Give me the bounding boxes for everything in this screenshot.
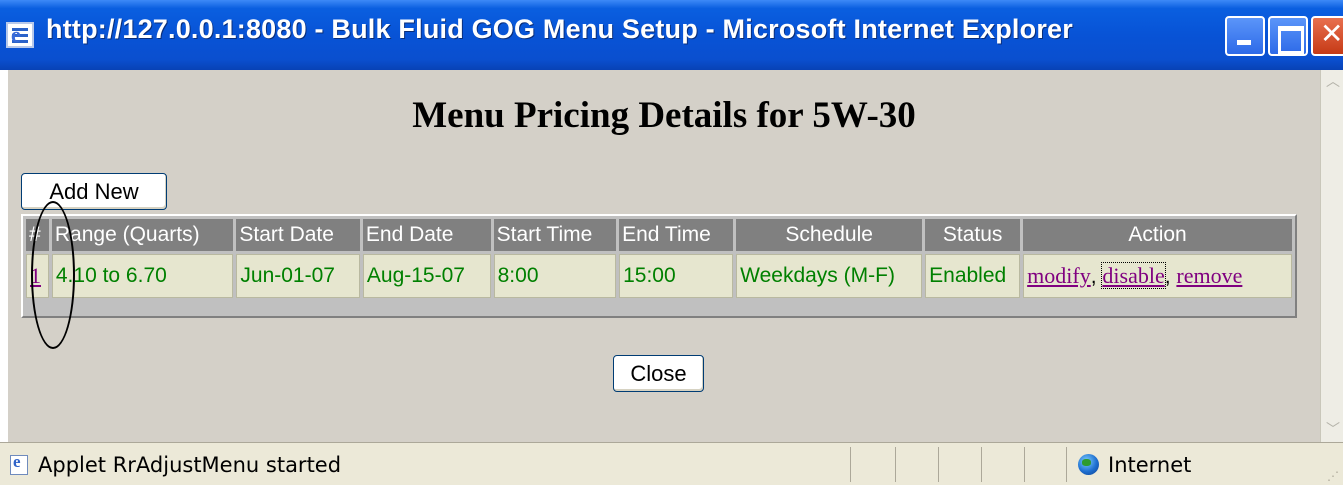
- security-zone-label: Internet: [1108, 453, 1192, 477]
- column-header-range: Range (Quarts): [51, 219, 234, 251]
- page-title: Menu Pricing Details for 5W-30: [412, 95, 916, 136]
- disable-link[interactable]: disable: [1101, 262, 1166, 289]
- vertical-scrollbar[interactable]: ︿ ﹀: [1320, 70, 1343, 442]
- status-pane-divider: [1066, 447, 1067, 482]
- column-header-action: Action: [1023, 219, 1292, 251]
- window-title: http://127.0.0.1:8080 - Bulk Fluid GOG M…: [46, 14, 1073, 44]
- maximize-button[interactable]: [1268, 16, 1308, 56]
- start-date-cell: Jun-01-07: [236, 254, 360, 298]
- status-pane-divider: [981, 447, 982, 482]
- remove-link[interactable]: remove: [1176, 263, 1242, 288]
- status-pane-divider: [938, 447, 939, 482]
- column-header-schedule: Schedule: [736, 219, 923, 251]
- browser-window: http://127.0.0.1:8080 - Bulk Fluid GOG M…: [0, 0, 1343, 485]
- close-button[interactable]: Close: [613, 355, 704, 392]
- close-window-button[interactable]: [1311, 16, 1343, 56]
- modify-link[interactable]: modify: [1027, 263, 1091, 288]
- status-cell: Enabled: [925, 254, 1021, 298]
- scroll-up-icon[interactable]: ︿: [1323, 72, 1343, 92]
- range-cell: 4.10 to 6.70: [51, 254, 234, 298]
- row-number-cell: 1: [26, 254, 49, 298]
- title-bar[interactable]: http://127.0.0.1:8080 - Bulk Fluid GOG M…: [0, 0, 1343, 70]
- action-cell: modify, disable, remove: [1023, 254, 1292, 298]
- resize-grip-icon[interactable]: ⋰: [1327, 469, 1341, 483]
- status-pane-divider: [850, 447, 851, 482]
- internet-globe-icon: [1078, 454, 1099, 475]
- ie-page-icon: [10, 452, 28, 475]
- column-header-number: #: [26, 219, 49, 251]
- row-number-link[interactable]: 1: [30, 263, 41, 288]
- status-message: Applet RrAdjustMenu started: [38, 453, 342, 477]
- add-new-button[interactable]: Add New: [21, 173, 167, 210]
- column-header-end-time: End Time: [619, 219, 734, 251]
- schedule-cell: Weekdays (M-F): [736, 254, 923, 298]
- left-frame-edge: [0, 70, 8, 442]
- column-header-end-date: End Date: [362, 219, 491, 251]
- minimize-button[interactable]: [1225, 16, 1265, 56]
- end-time-cell: 15:00: [619, 254, 734, 298]
- action-separator: ,: [1090, 265, 1097, 288]
- ie-page-icon: [6, 22, 34, 48]
- status-pane-divider: [1024, 447, 1025, 482]
- scroll-down-icon[interactable]: ﹀: [1323, 420, 1343, 440]
- start-time-cell: 8:00: [493, 254, 617, 298]
- end-date-cell: Aug-15-07: [362, 254, 491, 298]
- column-header-start-date: Start Date: [236, 219, 360, 251]
- column-header-start-time: Start Time: [493, 219, 617, 251]
- pricing-table: # Range (Quarts) Start Date End Date Sta…: [21, 214, 1297, 318]
- column-header-status: Status: [925, 219, 1021, 251]
- status-pane-divider: [895, 447, 896, 482]
- action-separator: ,: [1164, 265, 1171, 288]
- table-header-row: # Range (Quarts) Start Date End Date Sta…: [26, 219, 1292, 251]
- status-bar: Applet RrAdjustMenu started Internet ⋰: [0, 442, 1343, 485]
- table-row: 1 4.10 to 6.70 Jun-01-07 Aug-15-07 8:00 …: [26, 254, 1292, 298]
- page-content: Menu Pricing Details for 5W-30 Add New #…: [8, 70, 1320, 442]
